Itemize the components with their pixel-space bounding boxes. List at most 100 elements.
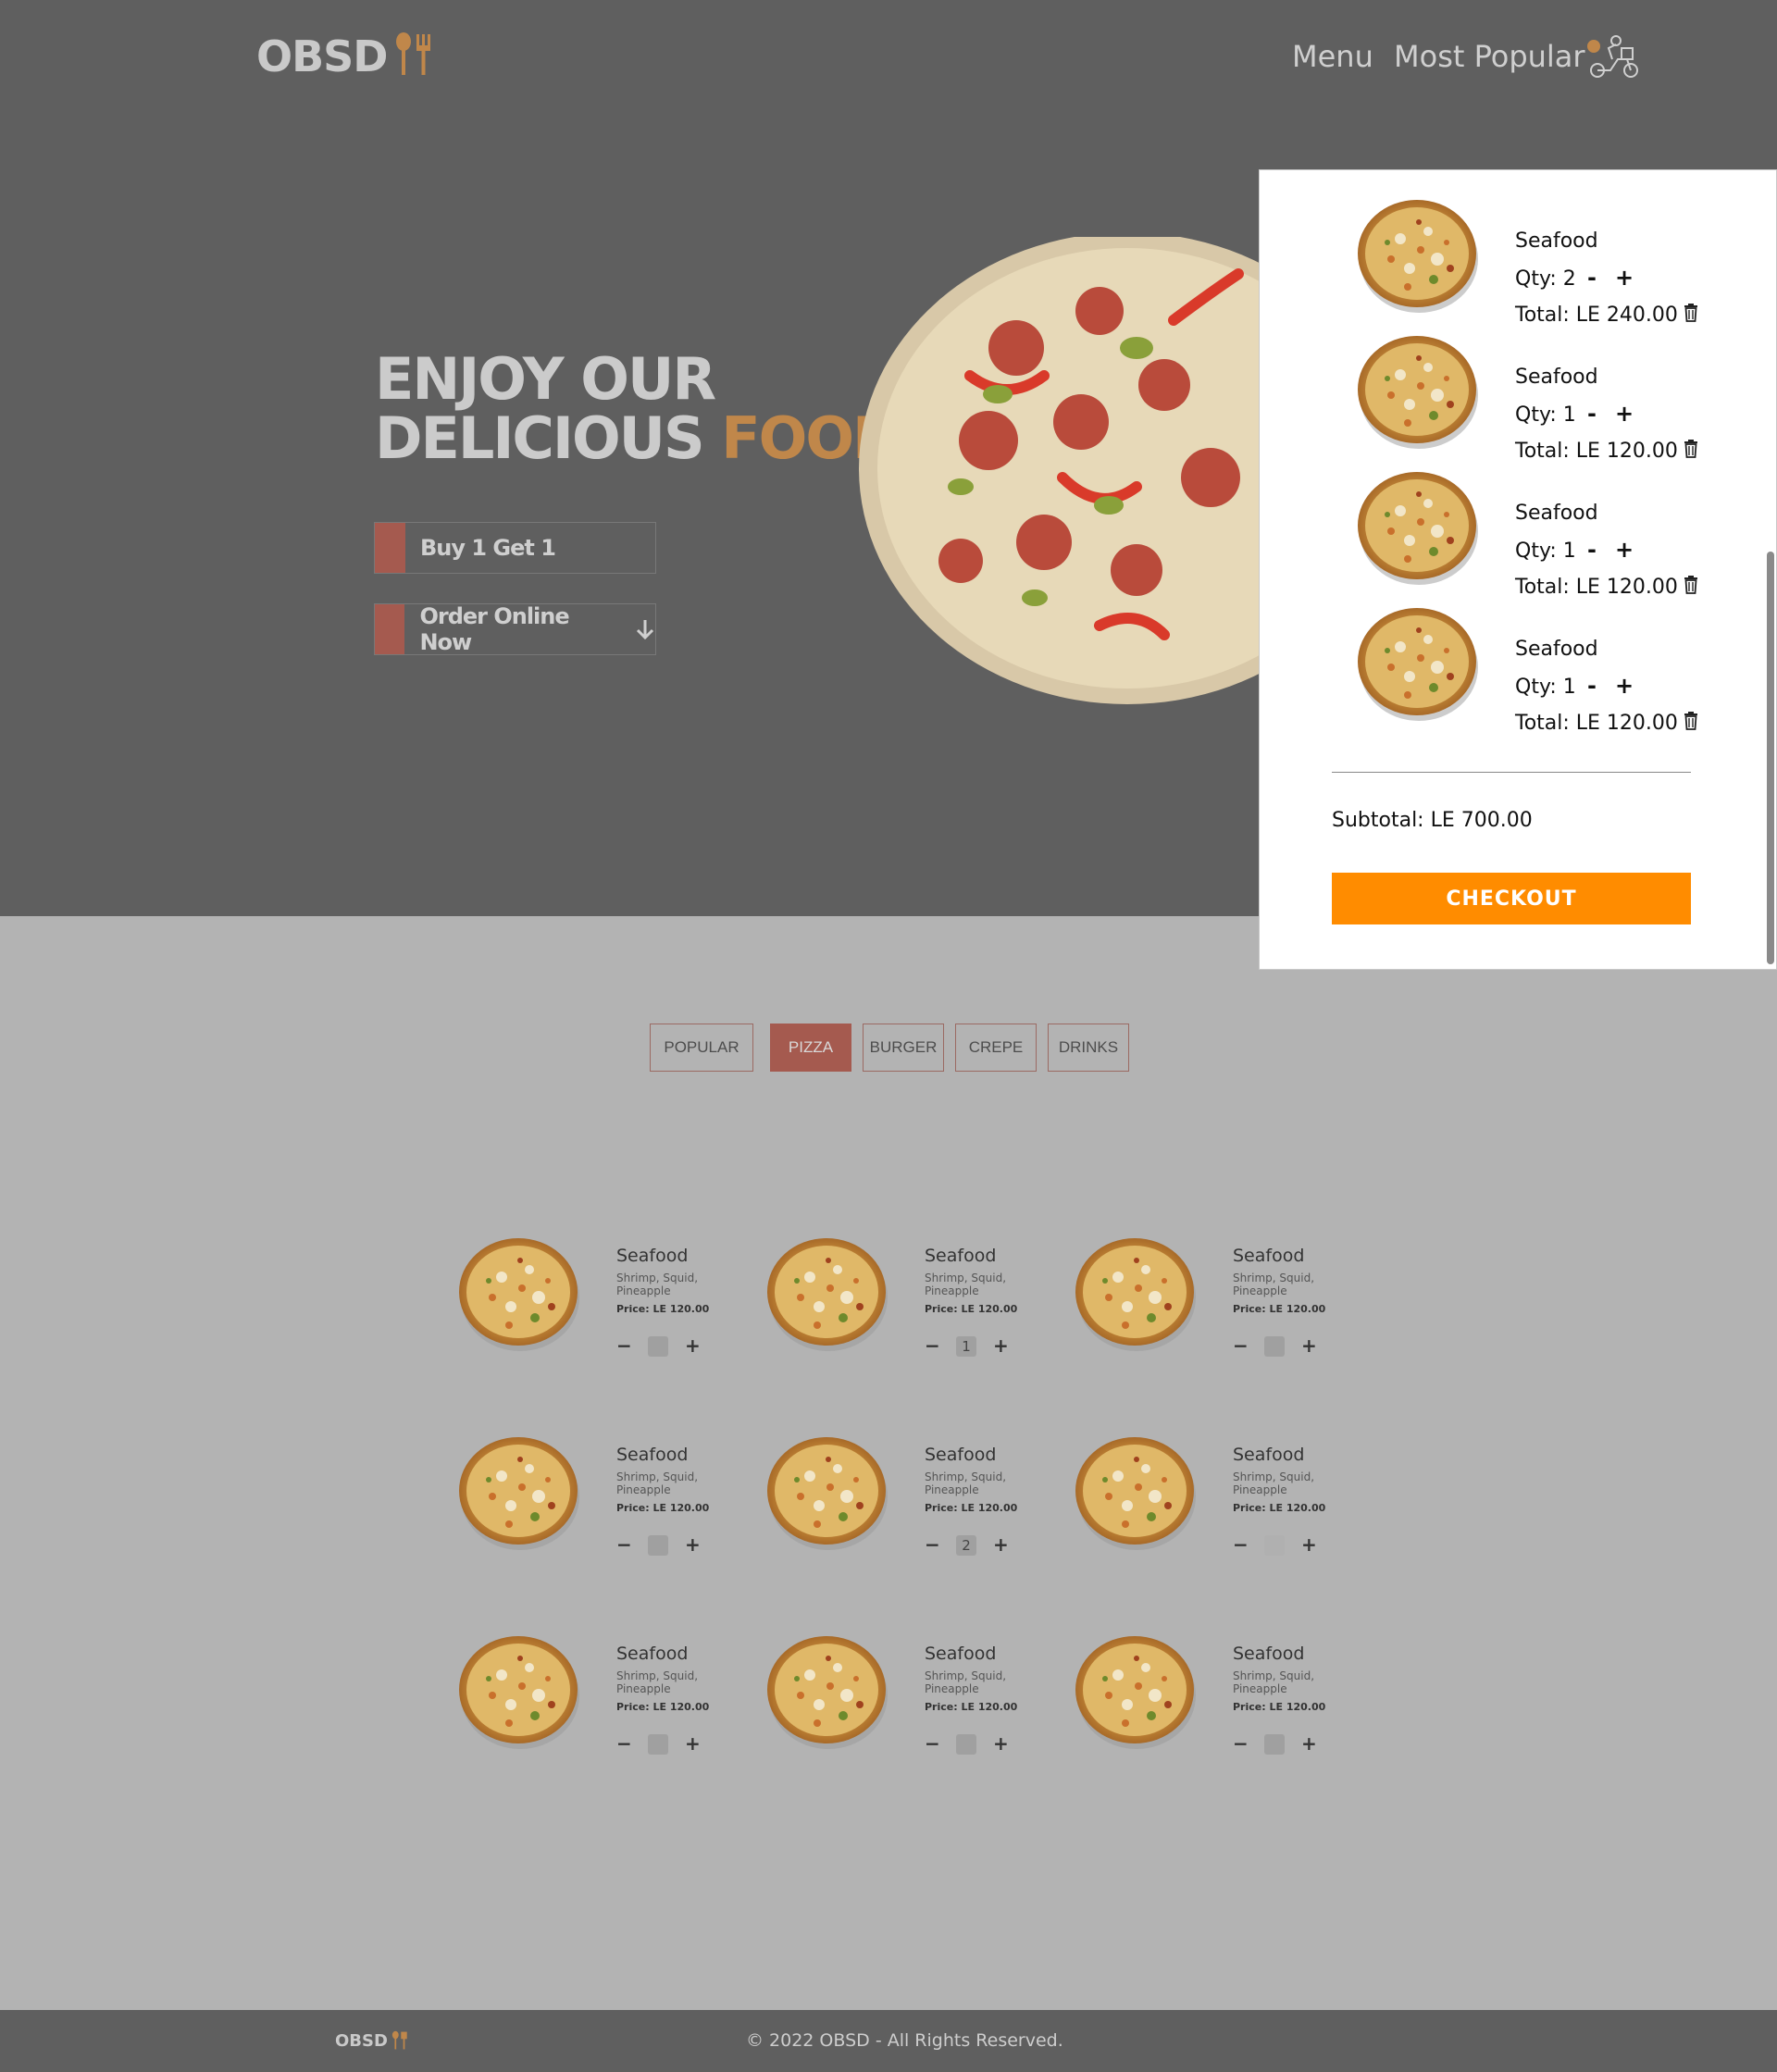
button-accent-bar [375,604,405,654]
menu-item-name: Seafood [616,1644,689,1664]
tab-pizza[interactable]: PIZZA [770,1024,851,1072]
trash-icon[interactable] [1684,576,1698,594]
buy-one-get-one-label: Buy 1 Get 1 [420,535,556,561]
menu-item-card: Seafood Shrimp, Squid, Pineapple Price: … [1072,1631,1340,1779]
trash-icon[interactable] [1684,712,1698,730]
arrow-down-icon [635,618,655,640]
menu-item-name: Seafood [616,1246,689,1266]
menu-item-name: Seafood [1233,1644,1305,1664]
footer-logo[interactable]: OBSD [335,2030,408,2051]
menu-item-name: Seafood [1233,1445,1305,1465]
cart-item-total: Total: LE 240.00 [1515,304,1678,327]
cart-scrollbar[interactable] [1767,552,1774,964]
increase-quantity-button[interactable]: + [1301,1535,1317,1554]
quantity-display [956,1734,976,1755]
quantity-display: 2 [956,1535,976,1556]
hero-title: ENJOY OUR DELICIOUS FOOD [375,345,901,468]
decrease-quantity-button[interactable]: − [925,1535,940,1554]
cart-item: Seafood Qty: 2 - + Total: LE 240.00 [1260,194,1759,330]
cart-decrease-button[interactable]: - [1587,537,1597,563]
cart-subtotal: Subtotal: LE 700.00 [1332,809,1533,832]
decrease-quantity-button[interactable]: − [1233,1734,1249,1753]
pizza-thumbnail [1354,194,1484,315]
cart-item: Seafood Qty: 1 - + Total: LE 120.00 [1260,602,1759,738]
cart-increase-button[interactable]: + [1615,401,1634,427]
order-online-button[interactable]: Order Online Now [374,603,656,655]
decrease-quantity-button[interactable]: − [925,1734,940,1753]
decrease-quantity-button[interactable]: − [616,1336,632,1355]
menu-item-name: Seafood [925,1246,997,1266]
increase-quantity-button[interactable]: + [993,1734,1009,1753]
pizza-thumbnail [455,1432,585,1552]
pizza-thumbnail [764,1233,893,1353]
cart-item-quantity: Qty: 1 [1515,676,1576,699]
menu-item-description: Shrimp, Squid, Pineapple [616,1272,699,1297]
tab-drinks[interactable]: DRINKS [1048,1024,1129,1072]
increase-quantity-button[interactable]: + [1301,1336,1317,1355]
increase-quantity-button[interactable]: + [685,1336,701,1355]
menu-item-card: Seafood Shrimp, Squid, Pineapple Price: … [764,1233,1032,1381]
hero-title-line-2: DELICIOUS FOOD [375,409,901,468]
menu-item-card: Seafood Shrimp, Squid, Pineapple Price: … [455,1432,724,1580]
cart-increase-button[interactable]: + [1615,265,1634,291]
menu-item-description: Shrimp, Squid, Pineapple [925,1669,1007,1695]
menu-item-name: Seafood [925,1644,997,1664]
increase-quantity-button[interactable]: + [685,1734,701,1753]
increase-quantity-button[interactable]: + [993,1535,1009,1554]
menu-item-price: Price: LE 120.00 [925,1701,1018,1713]
cart-increase-button[interactable]: + [1615,537,1634,563]
cart-increase-button[interactable]: + [1615,673,1634,699]
footer: OBSD © 2022 OBSD - All Rights Reserved. [0,2010,1777,2072]
hero-title-plain: DELICIOUS [375,404,705,472]
menu-item-name: Seafood [616,1445,689,1465]
cart-divider [1332,772,1691,773]
pizza-thumbnail [1354,602,1484,723]
checkout-button[interactable]: CHECKOUT [1332,873,1691,924]
cart-decrease-button[interactable]: - [1587,265,1597,291]
tab-popular[interactable]: POPULAR [650,1024,753,1072]
cart-item: Seafood Qty: 1 - + Total: LE 120.00 [1260,330,1759,466]
quantity-display: 1 [956,1336,976,1357]
menu-item-card: Seafood Shrimp, Squid, Pineapple Price: … [764,1631,1032,1779]
order-online-label: Order Online Now [419,603,569,655]
menu-item-price: Price: LE 120.00 [1233,1701,1326,1713]
decrease-quantity-button[interactable]: − [616,1734,632,1753]
nav-link-menu[interactable]: Menu [1292,39,1373,74]
decrease-quantity-button[interactable]: − [1233,1336,1249,1355]
quantity-display [648,1336,668,1357]
cart-decrease-button[interactable]: - [1587,673,1597,699]
cart-decrease-button[interactable]: - [1587,401,1597,427]
menu-item-description: Shrimp, Squid, Pineapple [616,1470,699,1496]
nav-link-most-popular[interactable]: Most Popular [1394,39,1585,74]
footer-logo-text: OBSD [335,2030,388,2051]
cart-item-quantity: Qty: 1 [1515,540,1576,563]
menu-item-description: Shrimp, Squid, Pineapple [925,1272,1007,1297]
buy-one-get-one-button[interactable]: Buy 1 Get 1 [374,522,656,574]
pizza-thumbnail [764,1631,893,1751]
trash-icon[interactable] [1684,304,1698,322]
menu-item-price: Price: LE 120.00 [925,1502,1018,1514]
cart-item-name: Seafood [1515,502,1598,525]
delivery-scooter-icon[interactable] [1584,33,1644,83]
tab-crepe[interactable]: CREPE [955,1024,1037,1072]
quantity-display [648,1535,668,1556]
pizza-thumbnail [455,1233,585,1353]
trash-icon[interactable] [1684,440,1698,458]
quantity-display [1264,1336,1285,1357]
pizza-thumbnail [1072,1233,1201,1353]
menu-item-price: Price: LE 120.00 [925,1303,1018,1315]
menu-item-price: Price: LE 120.00 [616,1701,710,1713]
pizza-thumbnail [1072,1631,1201,1751]
pizza-thumbnail [1354,330,1484,451]
menu-item-price: Price: LE 120.00 [616,1303,710,1315]
cart-item: Seafood Qty: 1 - + Total: LE 120.00 [1260,466,1759,602]
decrease-quantity-button[interactable]: − [616,1535,632,1554]
decrease-quantity-button[interactable]: − [1233,1535,1249,1554]
menu-item-description: Shrimp, Squid, Pineapple [1233,1669,1315,1695]
decrease-quantity-button[interactable]: − [925,1336,940,1355]
increase-quantity-button[interactable]: + [1301,1734,1317,1753]
increase-quantity-button[interactable]: + [685,1535,701,1554]
tab-burger[interactable]: BURGER [863,1024,944,1072]
hero-title-line-1: ENJOY OUR [375,345,716,413]
increase-quantity-button[interactable]: + [993,1336,1009,1355]
